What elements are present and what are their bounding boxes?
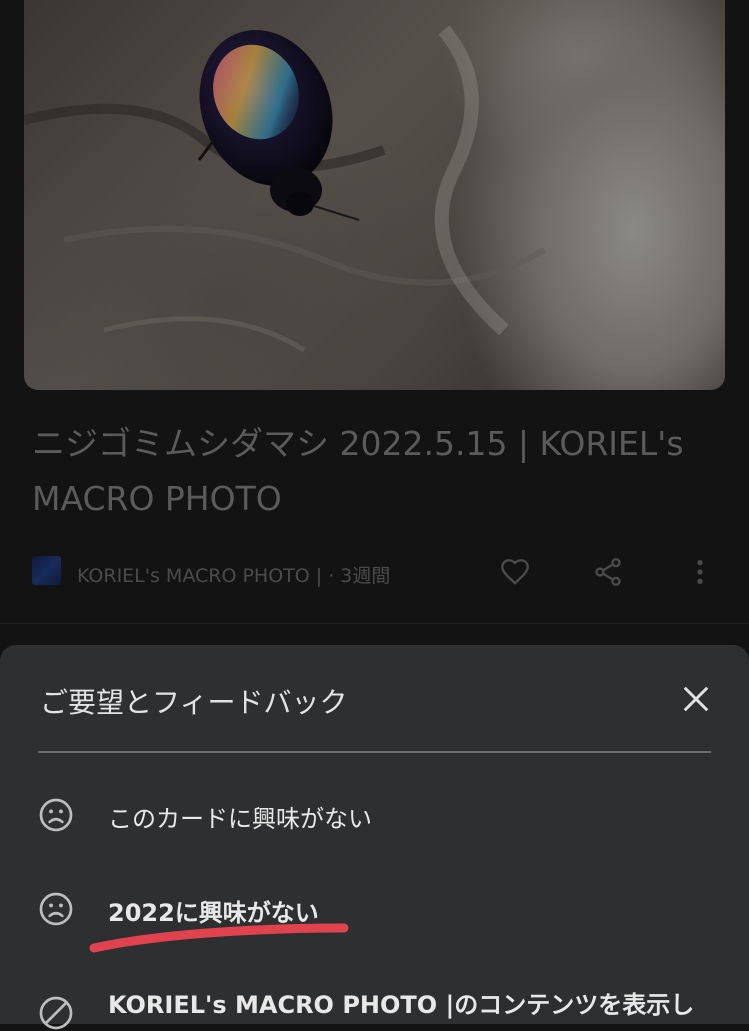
annotation-underline <box>89 923 349 953</box>
option-not-interested-card[interactable]: このカードに興味がない <box>38 785 728 841</box>
source-name: KORIEL's MACRO PHOTO | <box>77 565 323 587</box>
sheet-divider <box>38 751 711 753</box>
option-hide-source[interactable]: KORIEL's MACRO PHOTO |のコンテンツを表示し <box>38 973 728 1030</box>
card-meta: KORIEL's MACRO PHOTO | · 3週間 <box>32 552 722 592</box>
sad-face-icon <box>39 798 73 832</box>
close-button[interactable] <box>676 679 716 719</box>
block-icon <box>39 996 73 1030</box>
like-button[interactable] <box>497 554 533 590</box>
share-button[interactable] <box>590 554 626 590</box>
option-label: KORIEL's MACRO PHOTO |のコンテンツを表示し <box>108 991 695 1019</box>
share-icon <box>595 558 621 586</box>
sheet-title: ご要望とフィードバック <box>40 686 348 719</box>
more-options-button[interactable] <box>682 554 718 590</box>
more-vert-icon <box>697 560 703 584</box>
post-age: · 3週間 <box>322 565 391 587</box>
option-label: このカードに興味がない <box>108 805 372 833</box>
card-title[interactable]: ニジゴミムシダマシ 2022.5.15 | KORIEL's MACRO PHO… <box>32 416 712 526</box>
card-divider <box>0 623 749 624</box>
source-line: KORIEL's MACRO PHOTO | · 3週間 <box>77 561 390 588</box>
feed-card[interactable]: ニジゴミムシダマシ 2022.5.15 | KORIEL's MACRO PHO… <box>0 0 749 625</box>
heart-icon <box>501 559 529 585</box>
close-icon <box>683 686 709 712</box>
feedback-sheet: ご要望とフィードバック このカードに興味がない 2022に興味がない KORIE… <box>0 645 749 1030</box>
beetle-photo[interactable] <box>24 0 725 390</box>
source-avatar <box>32 556 61 585</box>
sad-face-icon <box>39 892 73 926</box>
